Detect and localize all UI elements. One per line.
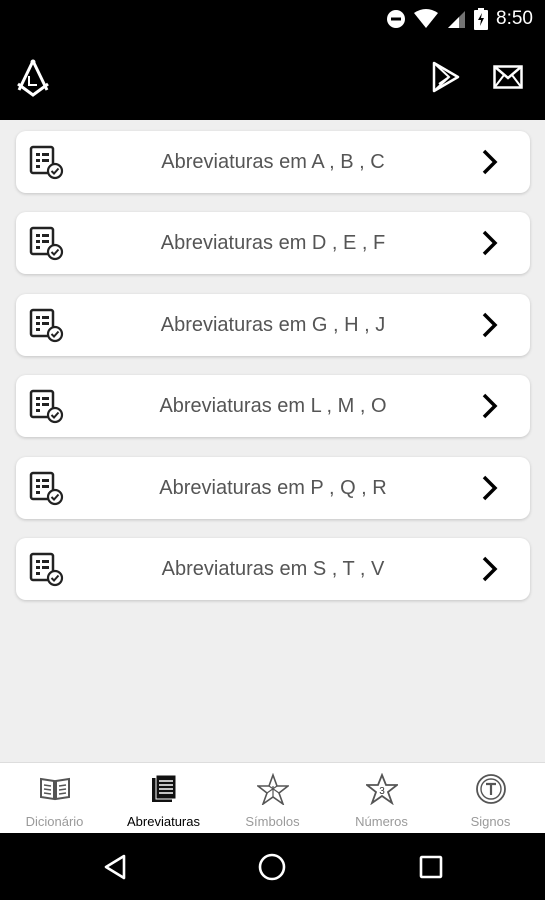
list-item-label: Abreviaturas em P , Q , R [159, 476, 387, 499]
cell-signal-icon [448, 11, 466, 28]
status-bar: 8:50 [0, 0, 545, 38]
home-button[interactable] [255, 850, 289, 884]
system-nav-bar [0, 833, 545, 900]
list-item[interactable]: Abreviaturas em S , T , V [16, 538, 530, 600]
status-time: 8:50 [496, 8, 533, 29]
star-number-icon: 3 [365, 773, 398, 805]
document-check-icon [29, 552, 64, 587]
tab-label: Dicionário [25, 814, 84, 829]
google-play-icon [432, 61, 460, 93]
document-check-icon [29, 308, 64, 343]
document-check-icon [29, 226, 64, 261]
list-item-label: Abreviaturas em A , B , C [161, 150, 385, 173]
svg-text:3: 3 [379, 786, 385, 797]
list-item-label: Abreviaturas em D , E , F [160, 231, 386, 254]
chevron-right-icon [482, 556, 498, 582]
tab-dicionario[interactable]: Dicionário [0, 763, 109, 833]
app-bar [0, 38, 545, 120]
list-item[interactable]: Abreviaturas em P , Q , R [16, 457, 530, 519]
mail-icon [493, 65, 523, 89]
tab-signos[interactable]: Signos [436, 763, 545, 833]
tab-numeros[interactable]: 3 Números [327, 763, 436, 833]
list-item[interactable]: Abreviaturas em L , M , O [16, 375, 530, 437]
pentagram-icon [256, 773, 289, 805]
abbreviations-list: Abreviaturas em A , B , C Abreviaturas e… [0, 120, 545, 762]
list-item[interactable]: Abreviaturas em A , B , C [16, 131, 530, 193]
back-button[interactable] [98, 850, 132, 884]
tab-label: Números [355, 814, 408, 829]
tab-label: Signos [470, 814, 511, 829]
recents-square-icon [419, 855, 443, 879]
open-book-icon [39, 777, 70, 801]
book-pages-icon [151, 774, 176, 802]
chevron-right-icon [482, 393, 498, 419]
battery-charging-icon [474, 8, 489, 30]
list-item-label: Abreviaturas em S , T , V [161, 557, 385, 580]
list-item-label: Abreviaturas em L , M , O [159, 394, 387, 417]
mail-button[interactable] [490, 59, 526, 95]
chevron-right-icon [482, 230, 498, 256]
list-item[interactable]: Abreviaturas em G , H , J [16, 294, 530, 356]
tab-simbolos[interactable]: Símbolos [218, 763, 327, 833]
chevron-right-icon [482, 475, 498, 501]
document-check-icon [29, 389, 64, 424]
recents-button[interactable] [414, 850, 448, 884]
google-play-button[interactable] [428, 59, 464, 95]
status-icons: 8:50 [386, 6, 533, 32]
document-check-icon [29, 471, 64, 506]
tab-label: Símbolos [245, 814, 300, 829]
tab-abreviaturas[interactable]: Abreviaturas [109, 763, 218, 833]
list-item[interactable]: Abreviaturas em D , E , F [16, 212, 530, 274]
document-check-icon [29, 145, 64, 180]
wifi-icon [414, 9, 439, 28]
tau-seal-icon [475, 774, 506, 804]
list-item-label: Abreviaturas em G , H , J [160, 313, 386, 336]
chevron-right-icon [482, 312, 498, 338]
back-triangle-icon [104, 854, 126, 880]
bottom-nav: Dicionário Abreviaturas Símbolos 3 Númer… [0, 762, 545, 833]
chevron-right-icon [482, 149, 498, 175]
masonic-compass-square-icon[interactable] [13, 58, 53, 98]
do-not-disturb-icon [387, 10, 406, 28]
tab-label: Abreviaturas [127, 814, 200, 829]
home-circle-icon [258, 853, 286, 881]
